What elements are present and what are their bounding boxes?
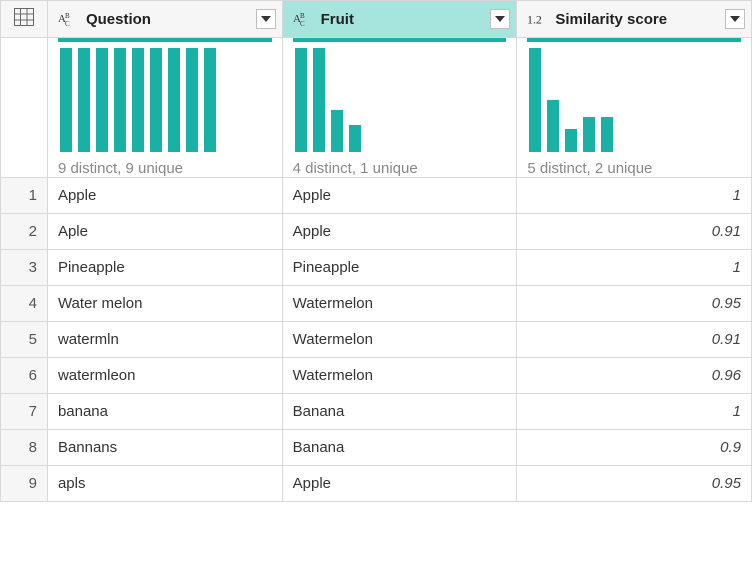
table-row[interactable]: 6 watermleon Watermelon 0.96 [1, 358, 752, 394]
histogram [58, 48, 272, 160]
column-title: Similarity score [555, 11, 721, 28]
cell-similarity[interactable]: 0.96 [517, 358, 752, 394]
cell-similarity[interactable]: 1 [517, 178, 752, 214]
row-number[interactable]: 7 [1, 394, 48, 430]
cell-similarity[interactable]: 0.9 [517, 430, 752, 466]
row-number[interactable]: 3 [1, 250, 48, 286]
table-row[interactable]: 1 Apple Apple 1 [1, 178, 752, 214]
cell-fruit[interactable]: Apple [282, 178, 517, 214]
cell-fruit[interactable]: Apple [282, 466, 517, 502]
cell-fruit[interactable]: Pineapple [282, 250, 517, 286]
histogram [527, 48, 741, 160]
column-stats: 4 distinct, 1 unique [293, 160, 507, 177]
cell-similarity[interactable]: 0.91 [517, 322, 752, 358]
quality-bar [527, 38, 741, 42]
data-table: A B C Question A B C [0, 0, 752, 502]
table-row[interactable]: 3 Pineapple Pineapple 1 [1, 250, 752, 286]
cell-question[interactable]: watermleon [47, 358, 282, 394]
profile-similarity[interactable]: 5 distinct, 2 unique [517, 38, 752, 178]
table-row[interactable]: 8 Bannans Banana 0.9 [1, 430, 752, 466]
cell-fruit[interactable]: Apple [282, 214, 517, 250]
histogram [293, 48, 507, 160]
cell-question[interactable]: banana [47, 394, 282, 430]
cell-fruit[interactable]: Watermelon [282, 286, 517, 322]
column-filter-button[interactable] [256, 9, 276, 29]
svg-text:C: C [65, 20, 70, 28]
cell-question[interactable]: watermln [47, 322, 282, 358]
quality-bar [293, 38, 507, 42]
quality-bar [58, 38, 272, 42]
svg-text:B: B [300, 12, 305, 20]
cell-similarity[interactable]: 0.91 [517, 214, 752, 250]
cell-similarity[interactable]: 0.95 [517, 286, 752, 322]
svg-text:C: C [300, 20, 305, 28]
cell-fruit[interactable]: Watermelon [282, 322, 517, 358]
column-stats: 9 distinct, 9 unique [58, 160, 272, 177]
column-filter-button[interactable] [490, 9, 510, 29]
cell-question[interactable]: Water melon [47, 286, 282, 322]
column-header-fruit[interactable]: A B C Fruit [282, 1, 517, 38]
text-type-icon: A B C [293, 9, 315, 29]
table-icon [14, 8, 34, 30]
cell-question[interactable]: Apple [47, 178, 282, 214]
row-number[interactable]: 9 [1, 466, 48, 502]
row-number[interactable]: 1 [1, 178, 48, 214]
header-row: A B C Question A B C [1, 1, 752, 38]
table-row[interactable]: 4 Water melon Watermelon 0.95 [1, 286, 752, 322]
column-header-similarity[interactable]: 1.2 Similarity score [517, 1, 752, 38]
cell-fruit[interactable]: Banana [282, 394, 517, 430]
profile-rownum [1, 38, 48, 178]
number-type-icon: 1.2 [527, 9, 549, 29]
profile-fruit[interactable]: 4 distinct, 1 unique [282, 38, 517, 178]
column-filter-button[interactable] [725, 9, 745, 29]
text-type-icon: A B C [58, 9, 80, 29]
cell-similarity[interactable]: 1 [517, 394, 752, 430]
column-title: Fruit [321, 11, 487, 28]
row-number[interactable]: 2 [1, 214, 48, 250]
cell-question[interactable]: Bannans [47, 430, 282, 466]
cell-similarity[interactable]: 0.95 [517, 466, 752, 502]
row-number[interactable]: 4 [1, 286, 48, 322]
table-row[interactable]: 9 apls Apple 0.95 [1, 466, 752, 502]
table-row[interactable]: 5 watermln Watermelon 0.91 [1, 322, 752, 358]
cell-question[interactable]: apls [47, 466, 282, 502]
cell-question[interactable]: Pineapple [47, 250, 282, 286]
column-title: Question [86, 11, 252, 28]
table-corner[interactable] [1, 1, 48, 38]
svg-text:1.2: 1.2 [527, 13, 542, 27]
row-number[interactable]: 8 [1, 430, 48, 466]
profile-row: 9 distinct, 9 unique 4 distinct, 1 uniqu… [1, 38, 752, 178]
svg-text:B: B [65, 12, 70, 20]
cell-fruit[interactable]: Banana [282, 430, 517, 466]
cell-fruit[interactable]: Watermelon [282, 358, 517, 394]
row-number[interactable]: 5 [1, 322, 48, 358]
cell-similarity[interactable]: 1 [517, 250, 752, 286]
column-stats: 5 distinct, 2 unique [527, 160, 741, 177]
row-number[interactable]: 6 [1, 358, 48, 394]
table-row[interactable]: 2 Aple Apple 0.91 [1, 214, 752, 250]
cell-question[interactable]: Aple [47, 214, 282, 250]
column-header-question[interactable]: A B C Question [47, 1, 282, 38]
table-row[interactable]: 7 banana Banana 1 [1, 394, 752, 430]
profile-question[interactable]: 9 distinct, 9 unique [47, 38, 282, 178]
